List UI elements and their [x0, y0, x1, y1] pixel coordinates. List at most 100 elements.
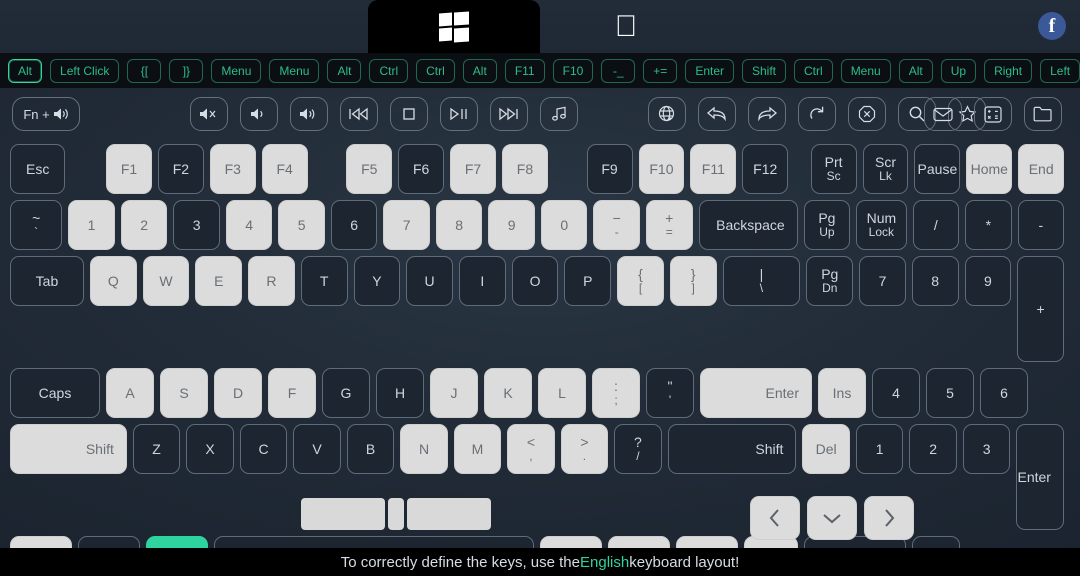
key--[interactable]: | \ [722, 256, 801, 306]
key-F5[interactable]: F5 [346, 144, 393, 194]
calculator-icon-button[interactable] [974, 97, 1012, 131]
macro-chip[interactable]: -_ [601, 58, 636, 83]
macro-chip[interactable]: ]} [169, 58, 204, 83]
macro-chip[interactable]: Alt [898, 58, 933, 83]
key--[interactable]: " ' [646, 368, 694, 418]
key-[interactable]: + [1017, 256, 1064, 362]
arrow-down-icon-button[interactable] [807, 496, 857, 540]
macro-chip[interactable]: F10 [552, 58, 594, 83]
browser-home-icon-button[interactable] [648, 97, 686, 131]
key-7[interactable]: 7 [383, 200, 430, 250]
key-Caps[interactable]: Caps [10, 368, 100, 418]
key-Scr-Lk[interactable]: Scr Lk [862, 144, 909, 194]
key-3[interactable]: 3 [173, 200, 220, 250]
key--[interactable]: ~ ` [10, 200, 63, 250]
key-Y[interactable]: Y [353, 256, 401, 306]
macro-chip[interactable]: Left Click [50, 58, 120, 83]
key-P[interactable]: P [564, 256, 612, 306]
key-Del[interactable]: Del [802, 424, 850, 474]
key-L[interactable]: L [538, 368, 586, 418]
trackpad-segment[interactable] [388, 498, 404, 530]
key-O[interactable]: O [511, 256, 559, 306]
key-A[interactable]: A [106, 368, 154, 418]
key-F9[interactable]: F9 [586, 144, 633, 194]
key-8[interactable]: 8 [911, 256, 959, 306]
key-[interactable]: / [912, 200, 960, 250]
volume-down-icon-button[interactable] [240, 97, 278, 131]
macro-chip[interactable]: Menu [840, 58, 891, 83]
macro-chip[interactable]: Enter [685, 58, 734, 83]
key--[interactable]: - [1017, 200, 1065, 250]
key-Q[interactable]: Q [89, 256, 137, 306]
key-9[interactable]: 9 [488, 200, 535, 250]
key-T[interactable]: T [300, 256, 348, 306]
key-C[interactable]: C [239, 424, 288, 474]
macro-chip[interactable]: Alt [8, 58, 43, 83]
arrow-left-icon-button[interactable] [750, 496, 800, 540]
key-F11[interactable]: F11 [690, 144, 737, 194]
key--[interactable]: ? / [614, 424, 662, 474]
key-F12[interactable]: F12 [742, 144, 789, 194]
forward-arrow-icon-button[interactable] [748, 97, 786, 131]
key-K[interactable]: K [484, 368, 532, 418]
key-4[interactable]: 4 [225, 200, 273, 250]
key-Esc[interactable]: Esc [10, 144, 66, 194]
key-End[interactable]: End [1018, 144, 1065, 194]
key-5[interactable]: 5 [926, 368, 974, 418]
macro-chip[interactable]: += [643, 58, 678, 83]
fn-volume-button[interactable]: Fn + [12, 97, 80, 131]
key-Ins[interactable]: Ins [818, 368, 866, 418]
volume-up-icon-button[interactable] [290, 97, 328, 131]
media-player-icon-button[interactable] [540, 97, 578, 131]
key-5[interactable]: 5 [278, 200, 325, 250]
key-Pg-Up[interactable]: Pg Up [803, 200, 851, 250]
macro-chip[interactable]: Menu [211, 58, 262, 83]
key-B[interactable]: B [346, 424, 395, 474]
key--[interactable]: {[ [617, 256, 664, 306]
play-pause-icon-button[interactable] [440, 97, 478, 131]
key--[interactable]: >. [560, 424, 609, 474]
key-[interactable]: * [965, 200, 1012, 250]
key-Num-Lock[interactable]: Num Lock [856, 200, 907, 250]
key-R[interactable]: R [248, 256, 295, 306]
macro-chip[interactable]: F11 [504, 58, 545, 83]
key-F6[interactable]: F6 [398, 144, 445, 194]
key-6[interactable]: 6 [980, 368, 1028, 418]
macro-chip[interactable]: Up [940, 58, 977, 83]
previous-track-icon-button[interactable] [340, 97, 378, 131]
macro-chip[interactable]: Left [1040, 58, 1080, 83]
key-F3[interactable]: F3 [209, 144, 256, 194]
key-D[interactable]: D [214, 368, 262, 418]
key-H[interactable]: H [376, 368, 424, 418]
key-F1[interactable]: F1 [106, 144, 152, 194]
key-9[interactable]: 9 [964, 256, 1012, 306]
volume-mute-icon-button[interactable] [190, 97, 228, 131]
key--[interactable]: <, [507, 424, 555, 474]
key-1[interactable]: 1 [855, 424, 904, 474]
key-F2[interactable]: F2 [157, 144, 204, 194]
macro-chip[interactable]: Menu [269, 58, 320, 83]
key-Home[interactable]: Home [966, 144, 1013, 194]
macro-chip[interactable]: {[ [127, 58, 162, 83]
macro-chip[interactable]: Alt [462, 58, 497, 83]
key-N[interactable]: N [400, 424, 448, 474]
key-6[interactable]: 6 [330, 200, 378, 250]
key-Prt-Sc[interactable]: Prt Sc [810, 144, 857, 194]
key-0[interactable]: 0 [540, 200, 588, 250]
key--[interactable]: }] [669, 256, 717, 306]
key-3[interactable]: 3 [962, 424, 1011, 474]
key-4[interactable]: 4 [872, 368, 920, 418]
key-Pg-Dn[interactable]: Pg Dn [806, 256, 854, 306]
trackpad-segment[interactable] [407, 498, 491, 530]
key-Shift[interactable]: Shift [10, 424, 127, 474]
stop-loading-icon-button[interactable] [848, 97, 886, 131]
stop-icon-button[interactable] [390, 97, 428, 131]
key-G[interactable]: G [322, 368, 370, 418]
next-track-icon-button[interactable] [490, 97, 528, 131]
key-Z[interactable]: Z [132, 424, 181, 474]
macro-chip[interactable]: Ctrl [794, 58, 833, 83]
tab-apple[interactable]:  [540, 0, 712, 53]
refresh-icon-button[interactable] [798, 97, 836, 131]
key-S[interactable]: S [160, 368, 208, 418]
macro-chip[interactable]: Alt [327, 58, 362, 83]
